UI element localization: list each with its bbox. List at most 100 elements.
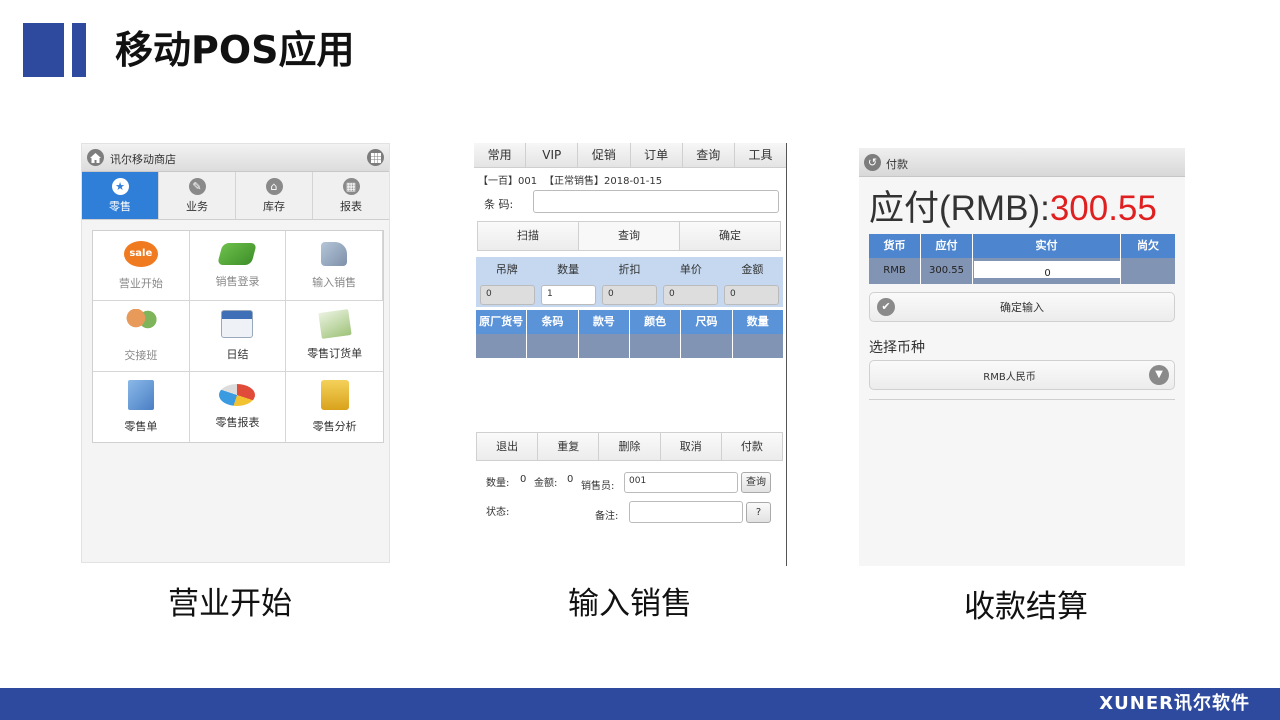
tile-label: 日结 — [226, 347, 249, 361]
store-code: 【一百】001 — [478, 176, 538, 187]
barcode-input[interactable] — [533, 190, 779, 213]
tab-label: 业务 — [186, 199, 208, 213]
paid-input-cell: 0 — [973, 258, 1121, 284]
amount-value: 0 — [567, 474, 574, 485]
tile-shift-handover[interactable]: 交接班 — [93, 301, 190, 372]
top-menu: 常用 VIP 促销 订单 查询 工具 — [474, 143, 786, 168]
cancel-button[interactable]: 取消 — [661, 433, 722, 460]
currency-section-label: 选择币种 — [869, 340, 925, 356]
back-icon[interactable]: ↺ — [864, 154, 881, 171]
confirm-input-button[interactable]: ✔ 确定输入 — [869, 292, 1175, 322]
grid-menu-icon[interactable] — [367, 149, 384, 166]
menu-tools[interactable]: 工具 — [735, 143, 786, 167]
store-name: 讯尔移动商店 — [110, 153, 176, 166]
main-tabs: ★ 零售 ✎ 业务 ⌂ 库存 ▦ 报表 — [82, 172, 389, 220]
col-style: 款号 — [579, 310, 630, 334]
divider — [869, 399, 1175, 400]
query-button[interactable]: 查询 — [579, 222, 680, 250]
confirm-button[interactable]: 确定 — [680, 222, 780, 250]
repeat-button[interactable]: 重复 — [538, 433, 600, 460]
amount-due-label: 应付(RMB): — [869, 189, 1050, 228]
tag-price-field[interactable]: 0 — [480, 285, 535, 305]
home-icon[interactable] — [87, 149, 104, 166]
table-row: RMB 300.55 0 — [869, 258, 1175, 284]
tab-retail[interactable]: ★ 零售 — [82, 172, 159, 219]
tile-enter-sales[interactable]: 输入销售 — [286, 231, 383, 302]
status-label: 状态: — [486, 507, 510, 518]
tile-daily-close[interactable]: 日结 — [189, 301, 287, 372]
tile-retail-bill[interactable]: 零售单 — [93, 371, 190, 442]
tile-label: 营业开始 — [118, 276, 163, 290]
qty-label: 数量: — [486, 478, 510, 489]
tile-sales-login[interactable]: 销售登录 — [189, 231, 287, 302]
chevron-down-icon: ▼ — [1149, 365, 1169, 385]
menu-vip[interactable]: VIP — [526, 143, 579, 167]
footer-bar: XUNER讯尔软件 — [0, 688, 1280, 720]
col-paid: 实付 — [973, 234, 1121, 258]
quantity-field[interactable]: 1 — [541, 285, 596, 305]
tab-label: 零售 — [109, 199, 131, 213]
row-currency: RMB — [869, 258, 921, 284]
scan-button[interactable]: 扫描 — [478, 222, 579, 250]
menu-query[interactable]: 查询 — [683, 143, 735, 167]
discount-field[interactable]: 0 — [602, 285, 657, 305]
tile-retail-order[interactable]: 零售订货单 — [286, 301, 383, 372]
tab-reports[interactable]: ▦ 报表 — [313, 172, 389, 219]
remark-label: 备注: — [595, 511, 619, 522]
pay-button[interactable]: 付款 — [722, 433, 782, 460]
col-due: 应付 — [921, 234, 973, 258]
col-amount: 金额 — [741, 263, 764, 276]
document-icon — [127, 379, 154, 410]
title-accent-bar-left — [23, 23, 64, 77]
amount-due-value: 300.55 — [1049, 189, 1157, 228]
clerk-input[interactable]: 001 — [624, 472, 738, 493]
remark-input[interactable] — [629, 501, 743, 523]
caption-checkout: 收款结算 — [964, 589, 1088, 625]
tile-label: 零售单 — [124, 419, 158, 433]
currency-select[interactable]: RMB人民币 ▼ — [869, 360, 1175, 390]
paid-input[interactable]: 0 — [974, 261, 1120, 279]
check-icon: ✔ — [877, 298, 895, 316]
payment-screen: ↺ 付款 应付(RMB):300.55 货币 应付 实付 尚欠 RMB 300.… — [859, 148, 1185, 566]
remark-help-button[interactable]: ? — [746, 502, 771, 523]
pie-chart-icon — [219, 383, 256, 406]
order-icon — [317, 309, 352, 339]
exit-button[interactable]: 退出 — [477, 433, 539, 460]
book-icon — [217, 242, 258, 265]
currency-selected: RMB人民币 — [983, 371, 1036, 383]
tile-retail-analysis[interactable]: 零售分析 — [286, 372, 383, 442]
tab-label: 库存 — [263, 199, 285, 213]
tile-label: 交接班 — [124, 348, 158, 362]
clerk-query-button[interactable]: 查询 — [741, 472, 771, 493]
tile-retail-report[interactable]: 零售报表 — [190, 371, 287, 442]
pencil-icon: ✎ — [188, 177, 206, 195]
tab-inventory[interactable]: ⌂ 库存 — [236, 172, 313, 219]
unit-price-field[interactable]: 0 — [663, 285, 718, 305]
delete-button[interactable]: 删除 — [599, 433, 661, 460]
confirm-input-label: 确定输入 — [1000, 301, 1044, 314]
col-unit-price: 单价 — [679, 263, 702, 276]
row-owed — [1121, 258, 1175, 284]
items-table-header: 原厂货号 条码 款号 颜色 尺码 数量 — [476, 310, 783, 334]
amount-field[interactable]: 0 — [724, 285, 779, 305]
tile-open-business[interactable]: sale 营业开始 — [93, 231, 190, 302]
users-icon — [123, 308, 158, 339]
fields-header: 吊牌 数量 折扣 单价 金额 — [476, 257, 783, 283]
fields-row: 0 1 0 0 0 — [476, 283, 783, 307]
action-row: 扫描 查询 确定 — [477, 221, 781, 251]
table-row[interactable] — [476, 334, 783, 358]
payment-header: ↺ 付款 — [859, 148, 1185, 177]
calendar-icon — [221, 309, 254, 338]
menu-promotion[interactable]: 促销 — [578, 143, 631, 167]
col-size: 尺码 — [681, 310, 733, 334]
amount-due: 应付(RMB):300.55 — [869, 188, 1157, 230]
caption-enter-sales: 输入销售 — [568, 586, 692, 622]
folder-lock-icon — [320, 379, 349, 410]
scanner-icon — [321, 241, 348, 266]
menu-orders[interactable]: 订单 — [631, 143, 683, 167]
menu-common[interactable]: 常用 — [474, 143, 527, 167]
tab-business[interactable]: ✎ 业务 — [159, 172, 236, 219]
function-grid: sale 营业开始 销售登录 输入销售 交接班 日结 零售订货单 零售单 零售报… — [92, 230, 384, 443]
title-accent-bar-right — [72, 23, 86, 77]
tile-label: 输入销售 — [312, 275, 357, 289]
